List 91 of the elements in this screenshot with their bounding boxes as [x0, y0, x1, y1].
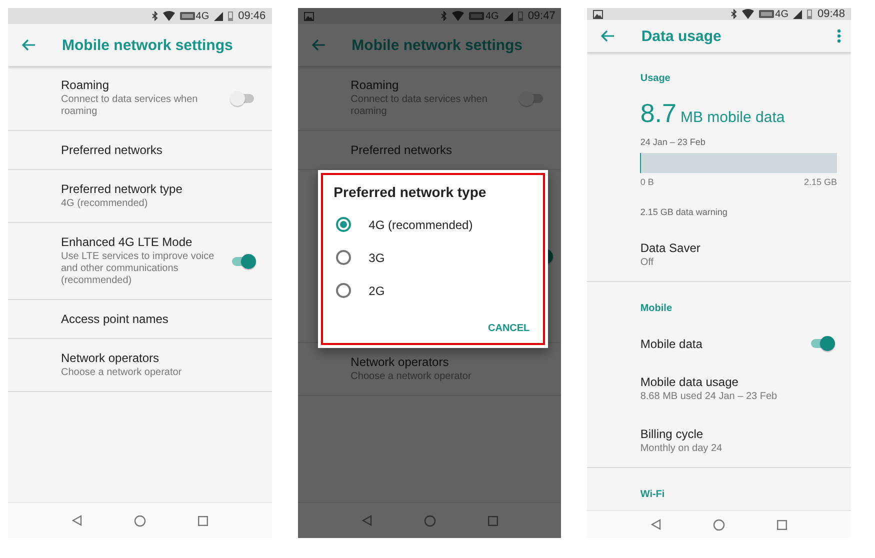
setting-row[interactable]: Billing cycle Monthly on day 24	[587, 415, 852, 468]
setting-title: Mobile data	[640, 336, 704, 351]
signal-icon	[504, 12, 513, 20]
toggle-switch[interactable]	[809, 336, 836, 352]
radio-option[interactable]: 3G	[334, 241, 532, 274]
setting-row[interactable]: Preferred networks	[8, 131, 272, 170]
home-icon[interactable]	[134, 514, 146, 526]
app-bar-title: Mobile network settings	[62, 36, 234, 54]
section-header: Usage	[639, 72, 672, 86]
option-label: 4G (recommended)	[368, 218, 473, 232]
scale-min-label: 0 B	[640, 177, 654, 188]
setting-summary: Off	[640, 257, 654, 270]
toggle-switch[interactable]	[230, 90, 256, 106]
setting-title: Roaming	[350, 78, 400, 92]
back-arrow-icon[interactable]	[312, 39, 326, 51]
radio-option[interactable]: 2G	[334, 274, 532, 307]
back-icon[interactable]	[72, 515, 82, 526]
setting-summary: 8.68 MB used 24 Jan – 23 Feb	[640, 391, 778, 404]
setting-row[interactable]: Roaming Connect to data services when roaming	[8, 66, 272, 131]
setting-summary: Connect to data services when roaming	[61, 94, 199, 118]
setting-title: Roaming	[61, 78, 110, 92]
usage-unit: MB mobile data	[680, 109, 785, 126]
setting-row[interactable]: Enhanced 4G LTE Mode Use LTE services to improve voice and other communications (recommended)	[8, 223, 272, 300]
volte-icon	[759, 10, 774, 18]
image-icon	[593, 10, 604, 19]
recents-icon[interactable]	[488, 516, 498, 526]
scale-max-label: 2.15 GB	[804, 177, 838, 188]
volte-icon	[469, 12, 484, 20]
setting-title: Access point names	[61, 312, 170, 326]
setting-row[interactable]: Access point names	[8, 300, 272, 339]
setting-summary: Choose a network operator	[61, 367, 183, 379]
app-bar-title: Data usage	[641, 28, 722, 45]
setting-summary: 4G (recommended)	[61, 198, 149, 210]
option-label: 2G	[368, 284, 385, 298]
battery-icon	[228, 11, 234, 21]
toggle-switch[interactable]	[519, 90, 546, 106]
setting-title: Preferred networks	[350, 143, 454, 157]
setting-row[interactable]: Mobile data usage 8.68 MB used 24 Jan – 23 Feb	[587, 363, 852, 416]
option-label: 3G	[368, 250, 385, 264]
bluetooth-icon	[731, 9, 738, 20]
home-icon[interactable]	[713, 518, 726, 531]
setting-summary: Monthly on day 24	[640, 443, 724, 456]
setting-row[interactable]: Network operators Choose a network operator	[8, 339, 272, 392]
setting-title: Network operators	[350, 355, 450, 369]
setting-title: Billing cycle	[640, 427, 704, 442]
wifi-icon	[742, 9, 754, 20]
battery-icon	[518, 11, 523, 21]
volte-icon	[180, 12, 195, 20]
radio-button[interactable]	[336, 250, 351, 265]
section-header: Wi-Fi	[639, 488, 666, 502]
setting-row[interactable]: Mobile data	[587, 324, 852, 364]
bluetooth-icon	[152, 11, 158, 21]
network-type-label: 4G	[485, 10, 499, 22]
back-arrow-icon[interactable]	[22, 39, 36, 51]
status-time: 09:48	[817, 8, 846, 20]
radio-button[interactable]	[336, 217, 351, 232]
setting-title: Preferred network type	[61, 182, 184, 196]
radio-button[interactable]	[336, 283, 351, 298]
toggle-switch[interactable]	[230, 254, 256, 268]
signal-icon	[214, 12, 224, 20]
setting-title: Enhanced 4G LTE Mode	[61, 235, 194, 249]
dialog-title: Preferred network type	[334, 184, 488, 200]
recents-icon[interactable]	[198, 516, 208, 526]
app-bar-title: Mobile network settings	[352, 36, 524, 54]
back-arrow-icon[interactable]	[601, 30, 616, 42]
setting-summary: Use LTE services to improve voice and other communications (recommended)	[61, 251, 216, 287]
bluetooth-icon	[441, 11, 448, 21]
setting-title: Mobile data usage	[640, 375, 740, 390]
network-type-label: 4G	[196, 10, 210, 22]
setting-title: Preferred networks	[61, 143, 164, 157]
setting-title: Network operators	[61, 351, 160, 365]
cancel-button[interactable]: CANCEL	[486, 321, 532, 336]
image-icon	[304, 12, 314, 20]
back-icon[interactable]	[362, 515, 372, 526]
wifi-icon	[162, 11, 175, 21]
setting-title: Data Saver	[640, 241, 702, 256]
status-time: 09:47	[528, 10, 556, 22]
usage-amount: 8.7	[640, 98, 676, 130]
setting-row[interactable]: Preferred network type 4G (recommended)	[8, 170, 272, 223]
section-header: Mobile	[639, 302, 674, 316]
back-icon[interactable]	[651, 519, 662, 530]
radio-option[interactable]: 4G (recommended)	[334, 208, 532, 241]
overflow-menu-icon[interactable]	[837, 29, 842, 44]
usage-period: 24 Jan – 23 Feb	[640, 137, 706, 148]
home-icon[interactable]	[424, 514, 436, 526]
data-warning-text: 2.15 GB data warning	[640, 207, 728, 218]
setting-row[interactable]: Data Saver Off	[587, 229, 852, 282]
network-type-label: 4G	[775, 8, 788, 20]
status-time: 09:46	[238, 10, 266, 22]
recents-icon[interactable]	[777, 520, 788, 530]
wifi-icon	[452, 11, 464, 21]
